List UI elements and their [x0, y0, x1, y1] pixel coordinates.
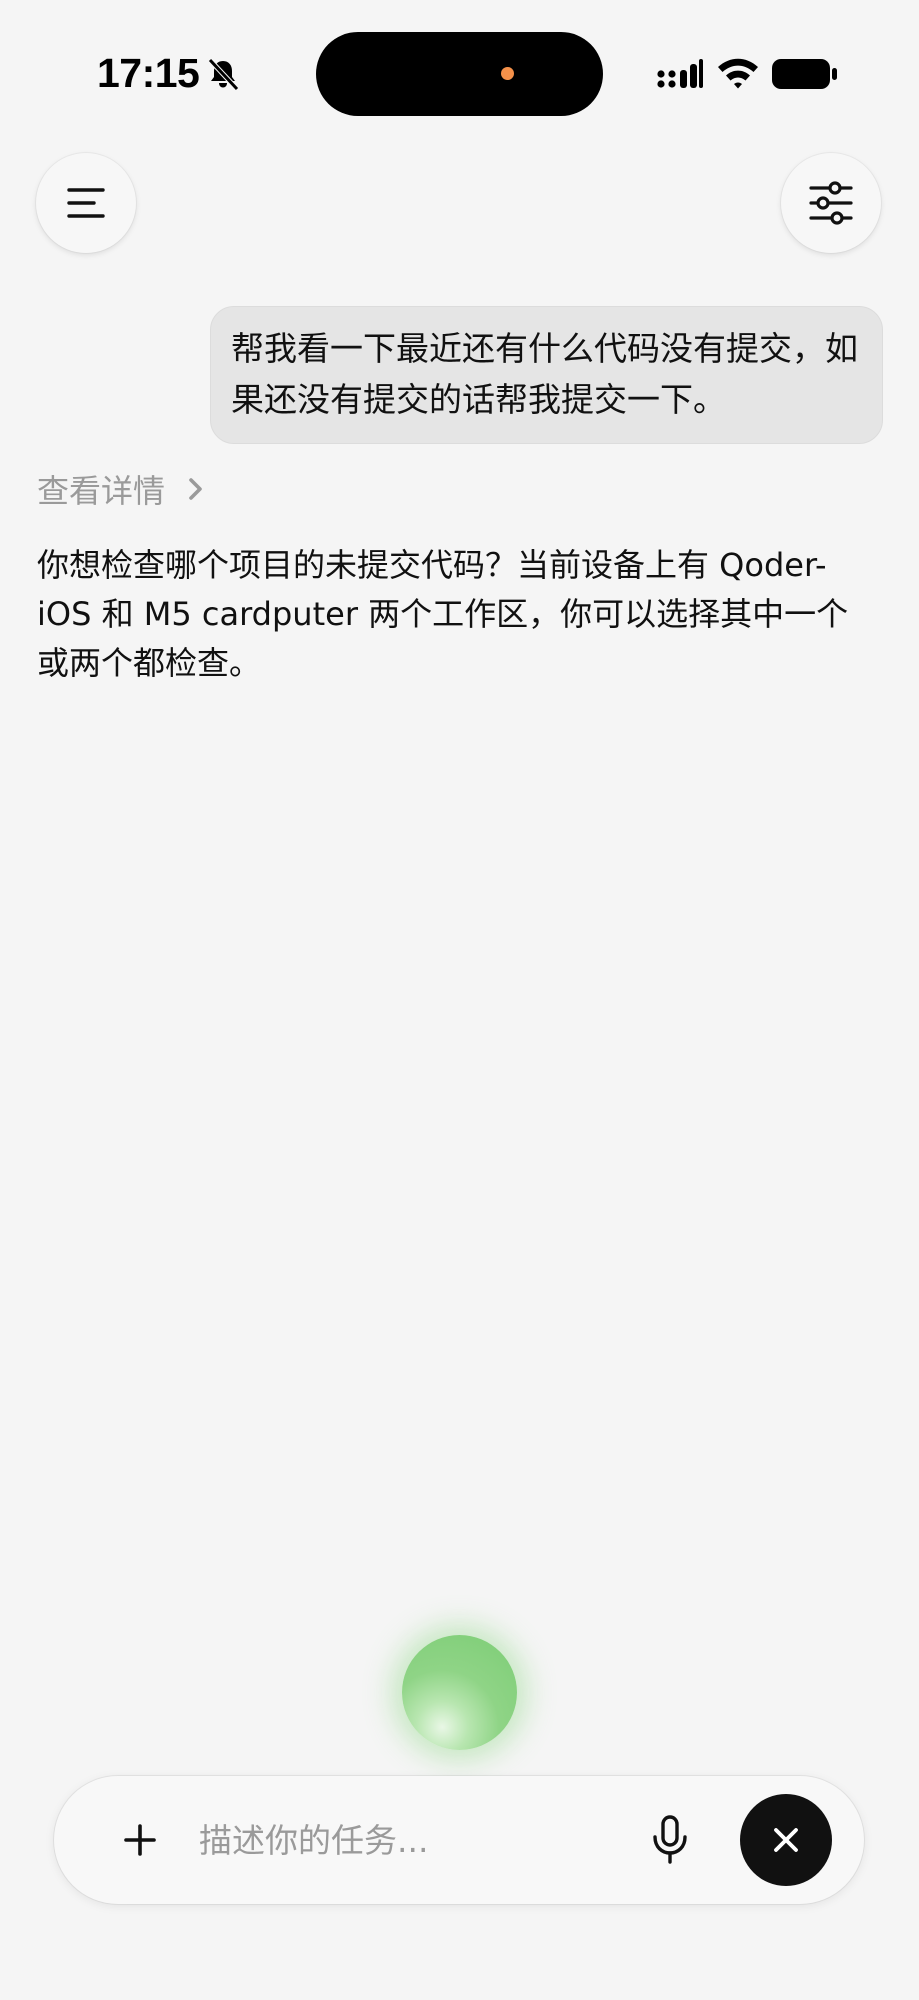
voice-activity-orb — [402, 1635, 517, 1750]
view-details-link[interactable]: 查看详情 — [37, 466, 205, 512]
close-icon — [774, 1828, 798, 1852]
close-voice-button[interactable] — [740, 1794, 832, 1886]
plus-icon — [124, 1824, 156, 1856]
battery-icon — [772, 59, 837, 89]
menu-button[interactable] — [36, 153, 136, 253]
menu-icon — [67, 188, 105, 218]
add-attachment-button[interactable] — [114, 1814, 166, 1866]
chevron-right-icon — [189, 478, 202, 500]
privacy-indicator-dot — [501, 67, 514, 80]
microphone-button[interactable] — [640, 1810, 700, 1870]
assistant-message: 你想检查哪个项目的未提交代码？当前设备上有 Qoder-iOS 和 M5 car… — [37, 546, 849, 682]
view-details-label: 查看详情 — [37, 472, 166, 510]
status-bar: 17:15 — [0, 0, 919, 150]
user-message-bubble: 帮我看一下最近还有什么代码没有提交，如果还没有提交的话帮我提交一下。 — [210, 306, 883, 444]
signal-icon — [657, 59, 703, 88]
bell-muted-icon — [208, 58, 239, 91]
wifi-icon — [718, 58, 758, 89]
microphone-icon — [653, 1815, 687, 1864]
status-time: 17:15 — [97, 50, 200, 96]
sliders-icon — [809, 181, 853, 225]
input-bar — [54, 1776, 864, 1904]
settings-button[interactable] — [781, 153, 881, 253]
task-input[interactable] — [199, 1810, 599, 1870]
dynamic-island — [316, 32, 603, 116]
